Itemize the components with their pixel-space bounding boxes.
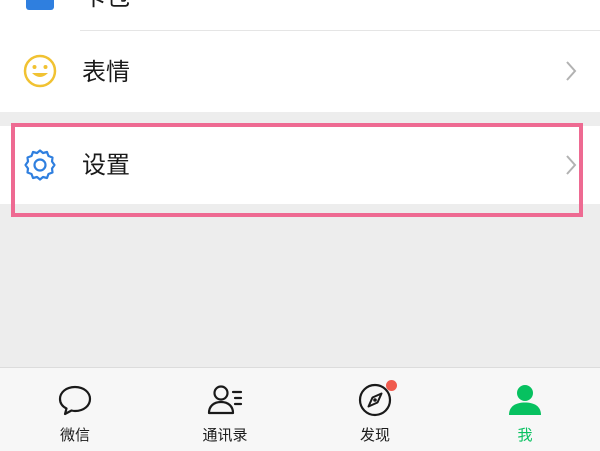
list-top-section: 卡包 表情 — [0, 0, 600, 112]
chevron-right-icon — [566, 61, 577, 81]
list-item-emoji[interactable]: 表情 — [0, 31, 600, 111]
settings-section: 设置 — [0, 126, 600, 204]
smiley-icon — [23, 54, 57, 88]
bottom-tab-bar: 微信 通讯录 发现 我 — [0, 367, 600, 451]
tab-label: 我 — [517, 426, 533, 444]
folder-icon — [26, 0, 54, 10]
tab-me[interactable]: 我 — [450, 368, 600, 451]
gear-icon — [24, 149, 56, 181]
tab-chats[interactable]: 微信 — [0, 368, 150, 451]
list-item-settings[interactable]: 设置 — [0, 126, 600, 204]
notification-dot — [386, 380, 397, 391]
list-item-label: 表情 — [82, 58, 130, 86]
contacts-icon — [207, 385, 243, 415]
list-item-label: 卡包 — [82, 0, 130, 12]
chevron-right-icon — [566, 155, 577, 175]
tab-label: 发现 — [359, 426, 390, 444]
tab-contacts[interactable]: 通讯录 — [150, 368, 300, 451]
tab-label: 微信 — [59, 426, 90, 444]
tab-discover[interactable]: 发现 — [300, 368, 450, 451]
tab-label: 通讯录 — [202, 426, 248, 444]
list-item-label: 设置 — [82, 151, 130, 179]
list-item-partial[interactable]: 卡包 — [0, 0, 600, 30]
person-icon — [509, 385, 541, 415]
chat-bubble-icon — [58, 385, 92, 416]
